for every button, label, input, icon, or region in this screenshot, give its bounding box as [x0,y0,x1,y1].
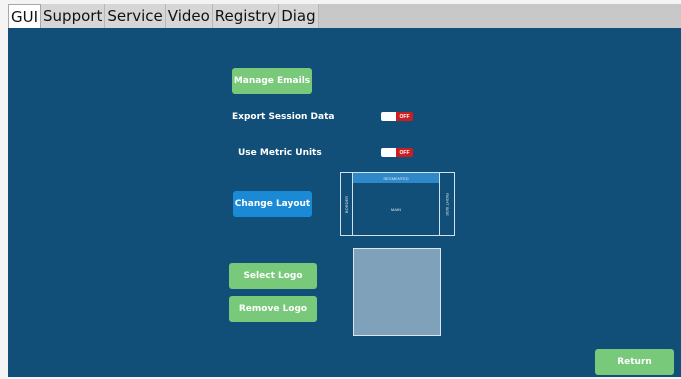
app-window: GUI Support Service Video Registry Diag … [0,0,681,379]
layout-right-region: RIGHT SIDE [439,173,454,235]
layout-header-region: SEGMENTED [353,173,439,183]
layout-left-region: BORDER [341,173,353,235]
use-metric-units-label: Use Metric Units [238,148,322,158]
export-session-data-label: Export Session Data [232,112,335,122]
layout-preview[interactable]: BORDER SEGMENTED MAIN RIGHT SIDE [340,172,455,236]
select-logo-button[interactable]: Select Logo [229,263,317,289]
gui-settings-panel: Manage Emails Export Session Data OFF Us… [8,28,681,377]
change-layout-button[interactable]: Change Layout [233,191,312,217]
layout-main-region: MAIN [391,206,401,212]
tab-support[interactable]: Support [41,4,106,28]
export-session-data-toggle[interactable]: OFF [381,112,413,121]
toggle-knob [381,112,396,121]
toggle-state-label: OFF [396,148,413,157]
tab-video[interactable]: Video [165,4,213,28]
tab-service[interactable]: Service [105,4,166,28]
tab-gui[interactable]: GUI [8,4,42,28]
toggle-knob [381,148,396,157]
toggle-state-label: OFF [396,112,413,121]
remove-logo-button[interactable]: Remove Logo [229,296,317,322]
logo-preview [353,248,441,336]
tab-bar: GUI Support Service Video Registry Diag [8,4,681,28]
manage-emails-button[interactable]: Manage Emails [232,68,312,94]
tab-registry[interactable]: Registry [212,4,280,28]
use-metric-units-toggle[interactable]: OFF [381,148,413,157]
tab-diag[interactable]: Diag [279,4,319,28]
return-button[interactable]: Return [595,349,674,375]
